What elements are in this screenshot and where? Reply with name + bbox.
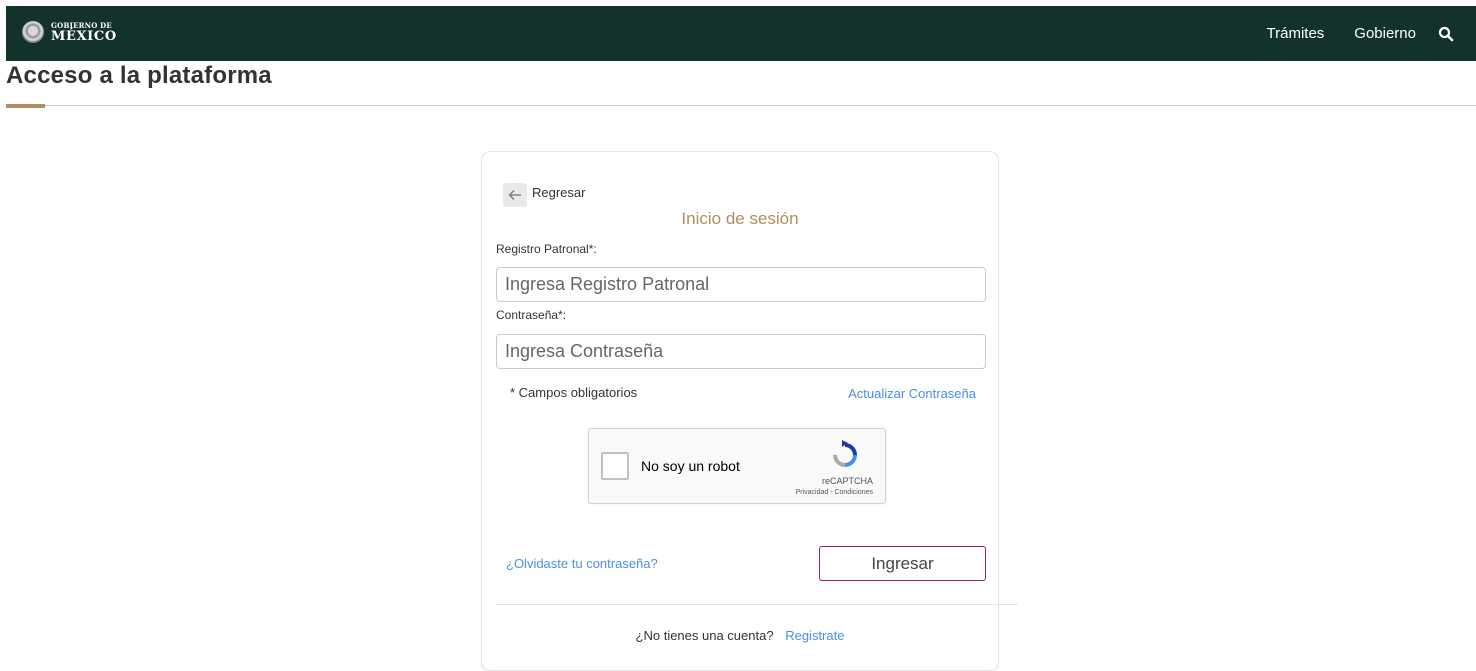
register-link[interactable]: Registrate	[785, 628, 844, 643]
national-seal-icon	[22, 21, 44, 43]
brand-top-text: GOBIERNO DE	[51, 20, 112, 30]
login-card: Regresar Inicio de sesión Registro Patro…	[481, 151, 1018, 671]
password-label: Contraseña*:	[496, 308, 567, 322]
password-input[interactable]	[496, 334, 986, 369]
back-label[interactable]: Regresar	[532, 185, 585, 200]
registro-patronal-input[interactable]	[496, 267, 986, 302]
recaptcha-terms-link[interactable]: Privacidad - Condiciones	[796, 489, 873, 496]
brand-text: GOBIERNO DE MÉXICO	[51, 22, 117, 43]
recaptcha-checkbox[interactable]	[601, 452, 629, 480]
recaptcha-logo-icon	[833, 440, 857, 467]
arrow-left-icon	[508, 190, 521, 200]
top-bar: GOBIERNO DE MÉXICO Trámites Gobierno	[6, 6, 1476, 61]
signup-row: ¿No tienes una cuenta? Registrate	[482, 628, 998, 643]
nav-tramites[interactable]: Trámites	[1267, 25, 1325, 42]
search-icon[interactable]	[1438, 26, 1454, 42]
registro-patronal-label: Registro Patronal*:	[496, 242, 597, 256]
required-fields-note: * Campos obligatorios	[510, 385, 638, 400]
back-button[interactable]	[503, 183, 527, 207]
title-accent-bar	[6, 104, 45, 108]
recaptcha-label: No soy un robot	[641, 458, 740, 474]
nav-gobierno[interactable]: Gobierno	[1354, 25, 1416, 42]
card-divider	[496, 604, 1018, 605]
login-title: Inicio de sesión	[681, 209, 799, 228]
recaptcha-widget: No soy un robot reCAPTCHA Privacidad - C…	[588, 428, 886, 504]
forgot-password-link[interactable]: ¿Olvidaste tu contraseña?	[506, 556, 658, 571]
gobierno-logo[interactable]: GOBIERNO DE MÉXICO	[22, 21, 117, 43]
recaptcha-brand: reCAPTCHA	[821, 476, 873, 486]
no-account-text: ¿No tienes una cuenta?	[635, 628, 774, 643]
page-title: Acceso a la plataforma	[6, 62, 272, 89]
brand-main-text: MÉXICO	[51, 28, 117, 44]
login-button[interactable]: Ingresar	[819, 546, 986, 581]
main-nav: Trámites Gobierno	[1237, 6, 1455, 61]
update-password-link[interactable]: Actualizar Contraseña	[848, 386, 976, 401]
title-divider	[6, 105, 1476, 106]
